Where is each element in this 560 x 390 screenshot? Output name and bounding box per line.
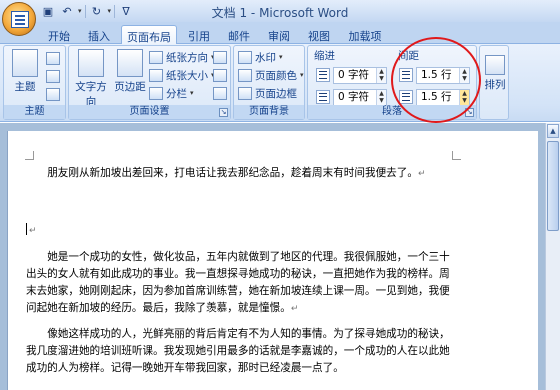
spinner-arrows-icon[interactable]: ▲ ▼ [376, 67, 386, 83]
tab-add-ins[interactable]: 加载项 [340, 25, 390, 44]
theme-effects-button[interactable] [46, 86, 60, 102]
tab-review[interactable]: 审阅 [262, 25, 296, 44]
color-palette-icon [46, 51, 60, 65]
group-label-themes: 主题 [4, 105, 65, 119]
paper-size-icon [149, 68, 163, 82]
tab-mailings[interactable]: 邮件 [222, 25, 256, 44]
document-paragraph: 像她这样成功的人，光鲜亮丽的背后肯定有不为人知的事情。为了探寻她成功的秘诀，我几… [26, 328, 450, 374]
margin-corner-mark [452, 151, 461, 160]
paragraph-mark-icon: ↵ [29, 226, 37, 236]
indent-right-icon [316, 90, 330, 104]
group-label-page-setup: 页面设置 [69, 105, 230, 119]
indent-left-icon [316, 68, 330, 82]
document-paragraph: 她是一个成功的女性，做化妆品，五年内就做到了地区的代理。我很佩服她，一个三十出头… [26, 251, 450, 314]
indent-left-row: 0 字符 ▲ ▼ [316, 65, 387, 85]
window-title: 文档 1 - Microsoft Word [211, 6, 349, 20]
margins-icon [117, 49, 143, 77]
ribbon-tab-bar: 开始 插入 页面布局 引用 邮件 审阅 视图 加载项 [0, 22, 560, 45]
tab-view[interactable]: 视图 [302, 25, 336, 44]
text-direction-button[interactable]: 文字方向 [73, 49, 109, 109]
document-page[interactable]: 朋友刚从新加坡出差回来，打电话让我去那纪念品，趁着周末有时间我便去了。↵ ↵ 她… [7, 131, 538, 390]
group-themes: 主题 主题 [3, 45, 66, 120]
indent-title: 缩进 [314, 50, 335, 62]
tab-page-layout[interactable]: 页面布局 [121, 25, 177, 45]
paper-size-button[interactable]: 纸张大小▾ [149, 67, 215, 83]
dropdown-caret-icon: ▾ [300, 71, 304, 79]
page-borders-button[interactable]: 页面边框 [238, 85, 297, 101]
scroll-thumb[interactable] [547, 141, 559, 231]
spinner-arrows-icon[interactable]: ▲ ▼ [376, 89, 386, 105]
paragraph-mark-icon: ↵ [417, 169, 426, 179]
effects-icon [46, 87, 60, 101]
arrange-icon [485, 55, 505, 75]
columns-button[interactable]: 分栏 ▾ [149, 85, 194, 101]
columns-icon [149, 86, 163, 100]
office-button[interactable] [2, 2, 36, 36]
hyphenation-button[interactable] [213, 85, 227, 101]
tab-references[interactable]: 引用 [182, 25, 216, 44]
page-color-icon [238, 68, 252, 82]
theme-colors-button[interactable] [46, 50, 60, 66]
tab-home[interactable]: 开始 [42, 25, 76, 44]
document-paragraph: 朋友刚从新加坡出差回来，打电话让我去那纪念品，趁着周末有时间我便去了。↵ [47, 167, 426, 179]
word-logo-icon [11, 11, 29, 28]
vertical-scrollbar[interactable]: ▲ [545, 123, 560, 390]
scroll-up-icon[interactable]: ▲ [547, 124, 559, 138]
hyphenation-icon [213, 86, 227, 100]
group-arrange: 排列 [479, 45, 509, 120]
group-page-setup: 文字方向 页边距 纸张方向▾ 纸张大小▾ 分栏▾ 页面设置 ↘ [68, 45, 231, 120]
themes-icon [12, 49, 38, 77]
orientation-icon [149, 50, 163, 64]
text-direction-icon [78, 49, 104, 77]
page-setup-launcher-icon[interactable]: ↘ [219, 108, 228, 117]
themes-button[interactable]: 主题 [10, 49, 40, 94]
breaks-button[interactable] [213, 49, 227, 65]
arrange-button[interactable]: 排列 [481, 49, 509, 92]
orientation-button[interactable]: 纸张方向▾ [149, 49, 215, 65]
font-icon [46, 69, 60, 83]
watermark-button[interactable]: 水印 ▾ [238, 49, 283, 65]
paragraph-mark-icon: ↵ [290, 304, 299, 314]
tab-insert[interactable]: 插入 [82, 25, 116, 44]
indent-right-row: 0 字符 ▲ ▼ [316, 87, 387, 107]
title-bar: ▣ ↶ ▾ ↻ ▾ ᐁ 文档 1 - Microsoft Word [0, 0, 560, 22]
dropdown-caret-icon: ▾ [190, 89, 194, 97]
breaks-icon [213, 50, 227, 64]
text-cursor [26, 223, 27, 235]
highlight-ellipse [391, 37, 481, 123]
dropdown-caret-icon: ▾ [279, 53, 283, 61]
page-color-button[interactable]: 页面颜色 ▾ [238, 67, 304, 83]
document-area: 朋友刚从新加坡出差回来，打电话让我去那纪念品，趁着周末有时间我便去了。↵ ↵ 她… [0, 123, 560, 390]
watermark-icon [238, 50, 252, 64]
line-numbers-button[interactable] [213, 67, 227, 83]
margins-button[interactable]: 页边距 [113, 49, 147, 94]
indent-right-input[interactable]: 0 字符 ▲ ▼ [333, 88, 387, 106]
group-label-page-background: 页面背景 [234, 105, 304, 119]
line-numbers-icon [213, 68, 227, 82]
page-borders-icon [238, 86, 252, 100]
indent-left-input[interactable]: 0 字符 ▲ ▼ [333, 66, 387, 84]
theme-fonts-button[interactable] [46, 68, 60, 84]
margin-corner-mark [25, 151, 34, 160]
group-page-background: 水印 ▾ 页面颜色 ▾ 页面边框 页面背景 [233, 45, 305, 120]
